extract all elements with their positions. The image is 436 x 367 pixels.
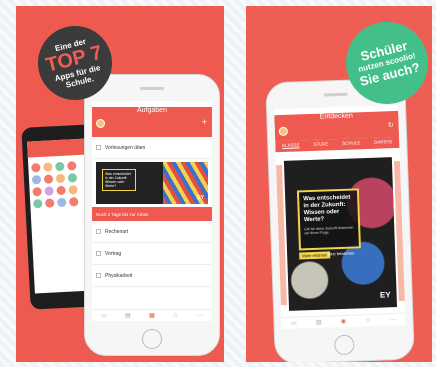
checkbox-icon[interactable] bbox=[96, 229, 101, 234]
star-icon[interactable]: ☆ bbox=[365, 317, 371, 324]
dot bbox=[67, 173, 78, 183]
ad-question: Was entscheidet in der Zukunft: Wissen o… bbox=[303, 194, 351, 224]
task-label: Vorlesungen üben bbox=[105, 144, 146, 151]
sponsored-ad[interactable]: Was entscheidet in der Zukunft: Wissen o… bbox=[96, 162, 208, 204]
dot bbox=[33, 198, 43, 209]
task-row[interactable]: Physikarbeit bbox=[92, 265, 212, 287]
more-info-button[interactable]: Mehr erfahren bbox=[299, 251, 331, 260]
phone-screen: Aufgaben + Vorlesungen üben Was entschei… bbox=[92, 101, 212, 321]
right-promo-card: Schüler nutzen scoolio! Sie auch? Entdec… bbox=[246, 6, 432, 362]
apply-link[interactable]: Jetzt bewerben bbox=[327, 251, 354, 257]
tab-stufe[interactable]: STUFE bbox=[313, 141, 328, 148]
alert-text: Noch 2 Tage bis zur Arbeit bbox=[96, 211, 149, 217]
ad-question-frame: Was entscheidet in der Zukunft: Wissen o… bbox=[296, 188, 361, 251]
dot bbox=[67, 161, 77, 171]
front-phone: Aufgaben + Vorlesungen üben Was entschei… bbox=[84, 74, 220, 356]
phone-speaker bbox=[323, 92, 348, 97]
dot bbox=[68, 185, 78, 195]
add-icon[interactable]: + bbox=[202, 117, 207, 127]
discover-icon[interactable]: ◉ bbox=[341, 318, 346, 325]
dot bbox=[43, 174, 54, 184]
left-promo-card: Eine der TOP 7 Apps für die Schule. Aufg… bbox=[16, 6, 224, 362]
dot bbox=[57, 197, 67, 208]
book-icon[interactable]: ▤ bbox=[125, 312, 131, 319]
dot bbox=[55, 161, 65, 172]
dot bbox=[31, 175, 42, 185]
tab-darste[interactable]: DARSTE bbox=[374, 139, 392, 146]
tab-klasse[interactable]: KLASSE bbox=[282, 142, 300, 149]
ad-text: Was entscheidet in der Zukunft: Wissen o… bbox=[102, 169, 136, 191]
bottom-tabbar: ▭ ▤ ◉ ☆ ⋯ bbox=[281, 312, 406, 330]
task-label: Physikarbeit bbox=[105, 272, 133, 279]
more-icon[interactable]: ⋯ bbox=[197, 312, 203, 319]
bottom-tabbar: ▭ ▤ ▦ ☆ ⋯ bbox=[92, 309, 212, 321]
ad-subtext: Gib für deine Zukunft Antworten auf dies… bbox=[304, 225, 354, 236]
task-row[interactable]: Vorlesungen üben bbox=[92, 137, 212, 159]
phone-screen: Entdecken ↻ KLASSE STUFE SCHULE DARSTE W… bbox=[274, 104, 406, 330]
schedule-dots bbox=[28, 155, 91, 215]
tab-schule[interactable]: SCHULE bbox=[342, 140, 360, 147]
phone-speaker bbox=[140, 87, 164, 90]
star-icon[interactable]: ☆ bbox=[173, 312, 178, 319]
avatar[interactable] bbox=[96, 119, 105, 128]
checkbox-icon[interactable] bbox=[96, 145, 101, 150]
dot bbox=[55, 173, 66, 184]
calendar-icon[interactable]: ▦ bbox=[149, 312, 155, 319]
app-title: Aufgaben bbox=[137, 107, 167, 114]
checkbox-icon[interactable] bbox=[96, 251, 101, 256]
dot bbox=[68, 197, 79, 207]
ad-brand-logo: EY bbox=[379, 290, 391, 300]
dot bbox=[44, 186, 54, 196]
avatar[interactable] bbox=[278, 126, 288, 137]
ad-brand-logo: EY bbox=[197, 195, 204, 201]
more-icon[interactable]: ⋯ bbox=[390, 316, 396, 323]
checkbox-icon[interactable] bbox=[96, 273, 101, 278]
dot bbox=[45, 198, 55, 208]
sponsored-ad-card[interactable]: Was entscheidet in der Zukunft: Wissen o… bbox=[283, 157, 398, 311]
app-title: Entdecken bbox=[319, 112, 354, 121]
task-label: Vortrag bbox=[105, 250, 122, 257]
app-header: Aufgaben + bbox=[92, 107, 212, 137]
home-button[interactable] bbox=[333, 334, 355, 356]
dot bbox=[31, 163, 41, 173]
dot bbox=[56, 185, 66, 196]
task-row[interactable]: Rechenart bbox=[92, 221, 212, 243]
refresh-icon[interactable]: ↻ bbox=[388, 121, 394, 129]
home-button[interactable] bbox=[142, 329, 162, 349]
app-header: Entdecken ↻ bbox=[274, 110, 400, 142]
home-icon[interactable]: ▭ bbox=[101, 312, 107, 319]
task-row[interactable]: Vortrag bbox=[92, 243, 212, 265]
book-icon[interactable]: ▤ bbox=[316, 319, 322, 326]
deadline-alert[interactable]: Noch 2 Tage bis zur Arbeit bbox=[92, 207, 212, 221]
dot bbox=[43, 162, 53, 172]
front-phone: Entdecken ↻ KLASSE STUFE SCHULE DARSTE W… bbox=[265, 77, 415, 362]
dot bbox=[32, 186, 42, 197]
task-label: Rechenart bbox=[105, 228, 129, 235]
home-icon[interactable]: ▭ bbox=[291, 320, 297, 327]
